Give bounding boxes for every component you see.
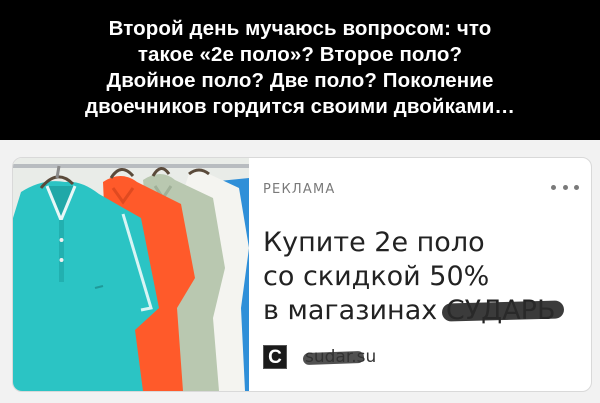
caption-line-3: Двойное поло? Две поло? Поколение [106, 69, 494, 92]
source-logo: С [263, 345, 287, 369]
meme-caption: Второй день мучаюсь вопросом: что такое … [0, 0, 600, 140]
redacted-store-name: СУДАРЬ [441, 294, 564, 328]
caption-line-1: Второй день мучаюсь вопросом: что [108, 17, 492, 40]
dot [551, 184, 556, 190]
ad-headline[interactable]: Купите 2е поло со скидкой 50% в магазина… [263, 226, 573, 328]
redaction-scribble [441, 300, 564, 322]
ad-source[interactable]: С sudar.su [263, 344, 376, 370]
polo-shirts-photo[interactable] [13, 158, 249, 391]
caption-line-4: двоечников гордится своими двойками… [84, 95, 516, 118]
headline-line-3-prefix: в магазинах [263, 295, 446, 326]
more-dots-icon[interactable] [551, 180, 579, 194]
ad-body[interactable]: РЕКЛАМА Купите 2е поло со скидкой 50% в … [263, 158, 591, 391]
headline-line-3: в магазинах СУДАРЬ [263, 294, 573, 328]
ad-label: РЕКЛАМА [263, 182, 336, 197]
headline-line-2: со скидкой 50% [263, 261, 490, 292]
source-domain[interactable]: sudar.su [302, 347, 376, 367]
redaction-scribble [302, 350, 365, 366]
dot [562, 184, 568, 190]
caption-line-2: такое «2е поло»? Второе поло? [137, 43, 463, 66]
dot [574, 184, 579, 190]
headline-line-1: Купите 2е поло [263, 227, 485, 258]
ad-card[interactable]: РЕКЛАМА Купите 2е поло со скидкой 50% в … [12, 157, 592, 392]
